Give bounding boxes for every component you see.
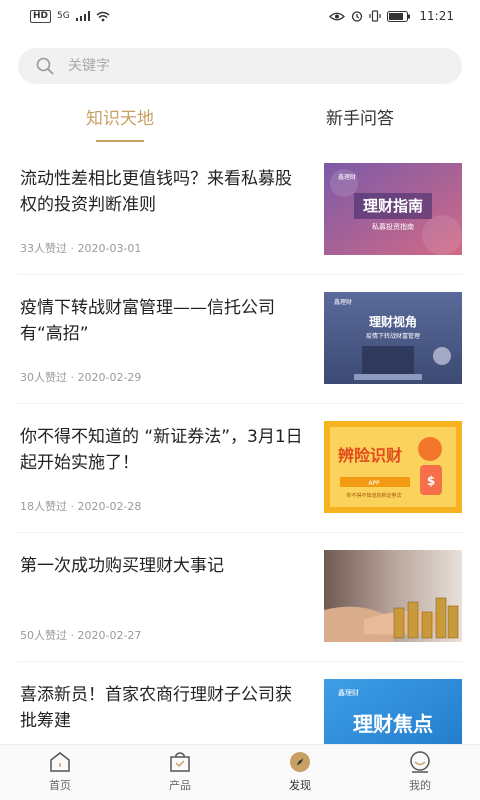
search-bar[interactable] <box>18 48 462 84</box>
vibrate-icon <box>369 10 382 22</box>
article-list: 流动性差相比更值钱吗？来看私募股权的投资判断准则 33人赞过 · 2020-03… <box>0 146 480 791</box>
bag-icon <box>170 752 190 772</box>
article-title: 疫情下转战财富管理——信托公司有“高招” <box>20 298 275 344</box>
wifi-icon <box>96 11 110 21</box>
user-icon <box>410 751 430 773</box>
article-item[interactable]: 流动性差相比更值钱吗？来看私募股权的投资判断准则 33人赞过 · 2020-03… <box>18 146 462 275</box>
status-right: 11:21 <box>329 9 454 23</box>
eye-icon <box>329 12 346 20</box>
thumb-heading: 理财视角 <box>369 314 417 329</box>
thumb-brand: 鑫理财 <box>338 688 359 697</box>
tab-beginner-qa[interactable]: 新手问答 <box>240 96 480 144</box>
thumb-brand: 鑫理财 <box>334 298 352 306</box>
article-meta: 18人赞过 · 2020-02-28 <box>20 500 142 513</box>
tab-knowledge[interactable]: 知识天地 <box>0 96 240 144</box>
nav-profile[interactable]: 我的 <box>360 745 480 800</box>
home-icon <box>50 752 70 772</box>
hd-badge: HD <box>30 9 52 23</box>
article-item[interactable]: 你不得不知道的 “新证券法”，3月1日起开始实施了！ 18人赞过 · 2020-… <box>18 404 462 533</box>
compass-icon <box>290 752 310 772</box>
nav-label-profile: 我的 <box>409 779 431 792</box>
clock: 11:21 <box>419 9 454 23</box>
thumb-subheading: 你不得不知道的新证券法 <box>346 492 401 499</box>
article-item[interactable]: 疫情下转战财富管理——信托公司有“高招” 30人赞过 · 2020-02-29 … <box>18 275 462 404</box>
article-thumbnail: 鑫理财 理财指南 私募投资指南 <box>324 163 462 255</box>
thumb-subheading: 疫情下转战财富管理 <box>366 332 420 340</box>
article-thumbnail: 辨险识财 APP 你不得不知道的新证券法 $ <box>324 421 462 513</box>
nav-home[interactable]: 首页 <box>0 745 120 800</box>
alarm-icon <box>352 11 363 22</box>
thumb-subheading: 私募投资指南 <box>372 222 414 231</box>
nav-products[interactable]: 产品 <box>120 745 240 800</box>
search-input[interactable] <box>68 58 428 74</box>
article-thumbnail: 鑫理财 理财视角 疫情下转战财富管理 <box>324 292 462 384</box>
article-item[interactable]: 第一次成功购买理财大事记 50人赞过 · 2020-02-27 <box>18 533 462 662</box>
nav-label-home: 首页 <box>49 779 71 792</box>
tab-bar: 知识天地 新手问答 <box>0 96 480 144</box>
article-title: 第一次成功购买理财大事记 <box>20 556 224 576</box>
article-title: 你不得不知道的 “新证券法”，3月1日起开始实施了！ <box>20 427 303 473</box>
nav-label-products: 产品 <box>169 779 191 792</box>
search-icon <box>36 57 54 75</box>
nav-label-discover: 发现 <box>289 779 311 792</box>
signal-icon <box>75 11 90 21</box>
battery-icon <box>387 10 411 22</box>
thumb-brand: APP <box>368 480 380 487</box>
article-thumbnail <box>324 550 462 642</box>
status-bar: HD 5G 11:21 <box>0 0 480 32</box>
article-title: 喜添新员！首家农商行理财子公司获批筹建 <box>20 685 292 731</box>
thumb-heading: 理财指南 <box>363 197 423 215</box>
svg-text:$: $ <box>427 474 435 488</box>
article-meta: 33人赞过 · 2020-03-01 <box>20 242 142 255</box>
thumb-brand: 鑫理财 <box>338 173 356 181</box>
thumb-heading: 辨险识财 <box>338 446 402 465</box>
article-title: 流动性差相比更值钱吗？来看私募股权的投资判断准则 <box>20 169 292 215</box>
bottom-nav: 首页 产品 发现 我的 <box>0 744 480 800</box>
article-meta: 30人赞过 · 2020-02-29 <box>20 371 142 384</box>
thumb-heading: 理财焦点 <box>353 712 433 736</box>
status-left: HD 5G <box>30 9 110 23</box>
article-meta: 50人赞过 · 2020-02-27 <box>20 629 142 642</box>
network-type-label: 5G <box>57 11 70 21</box>
nav-discover[interactable]: 发现 <box>240 745 360 800</box>
